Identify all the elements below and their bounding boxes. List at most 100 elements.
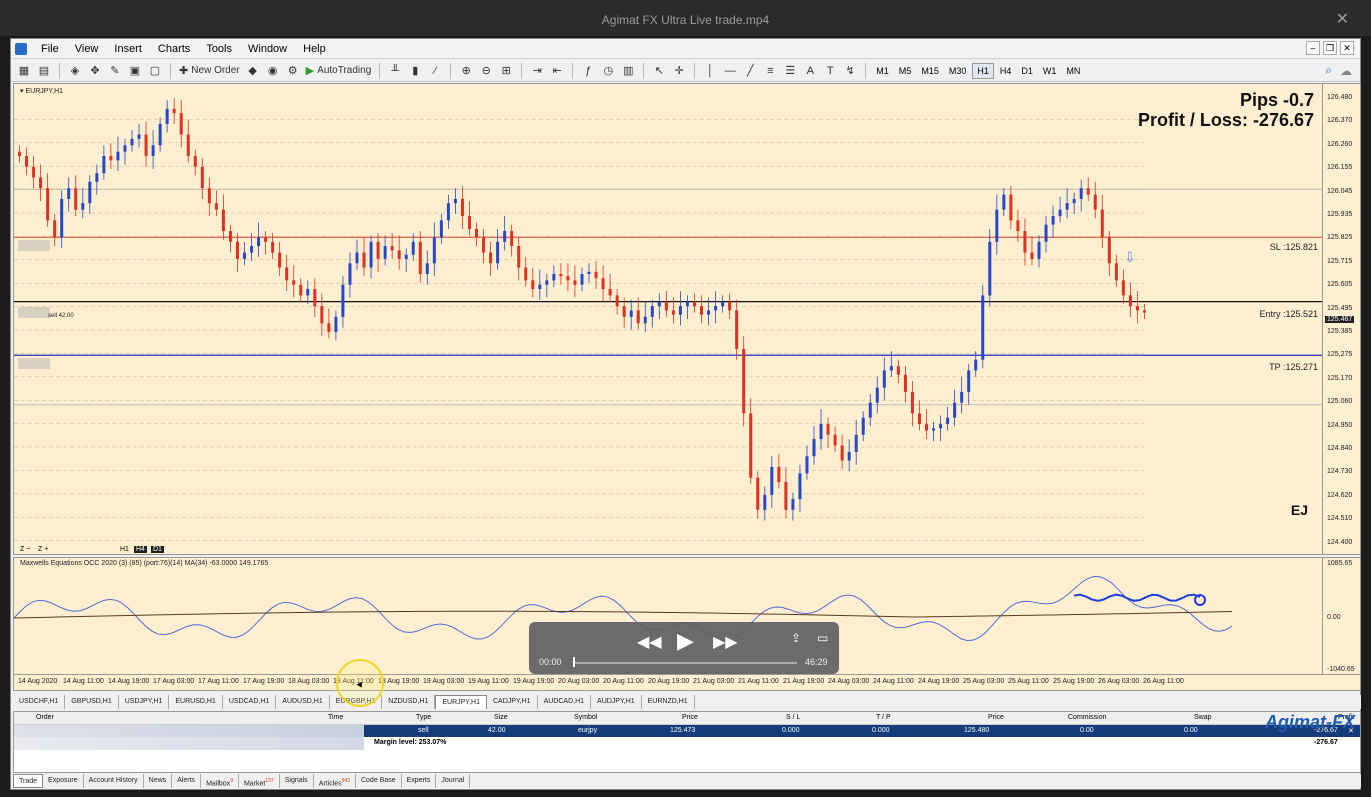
- tile-windows-icon[interactable]: ⊞: [497, 62, 515, 80]
- navigator-icon[interactable]: ✎: [106, 62, 124, 80]
- price-chart[interactable]: ⇩ ▾ EURJPY,H1 Pips -0.7 Profit / Loss: -…: [13, 83, 1323, 555]
- terminal-tab[interactable]: Account History: [84, 774, 144, 788]
- menu-tools[interactable]: Tools: [198, 43, 240, 55]
- terminal-tab[interactable]: Articles943: [314, 774, 356, 788]
- tf-m1[interactable]: M1: [872, 63, 893, 79]
- terminal-tab[interactable]: Signals: [280, 774, 314, 788]
- zoom-out-mini[interactable]: Z −: [18, 546, 32, 553]
- tf-mn[interactable]: MN: [1062, 63, 1084, 79]
- horizontal-line-icon[interactable]: —: [721, 62, 739, 80]
- symbol-tab[interactable]: EURJPY,H1: [435, 695, 487, 709]
- close-icon[interactable]: ✕: [1340, 41, 1354, 55]
- forward-icon[interactable]: ▶▶: [713, 632, 738, 652]
- tester-icon[interactable]: ▢: [146, 62, 164, 80]
- search-icon[interactable]: ⌕: [1325, 63, 1332, 78]
- terminal-tab[interactable]: Market137: [239, 774, 280, 788]
- crosshair-icon[interactable]: ✛: [670, 62, 688, 80]
- terminal-tab[interactable]: News: [144, 774, 173, 788]
- symbol-tab[interactable]: EURNZD,H1: [642, 695, 695, 709]
- symbol-tab[interactable]: GBPUSD,H1: [65, 695, 119, 709]
- channel-icon[interactable]: ≡: [761, 62, 779, 80]
- col-cur-price[interactable]: Price: [988, 714, 1004, 721]
- zoom-in-icon[interactable]: ⊕: [457, 62, 475, 80]
- cursor-icon[interactable]: ↖: [650, 62, 668, 80]
- minimize-icon[interactable]: –: [1306, 41, 1320, 55]
- col-type[interactable]: Type: [416, 714, 431, 721]
- terminal-tab[interactable]: Mailbox9: [201, 774, 239, 788]
- options-icon[interactable]: ⚙: [284, 62, 302, 80]
- periods-icon[interactable]: ◷: [599, 62, 617, 80]
- col-order[interactable]: Order: [36, 714, 54, 721]
- indicators-icon[interactable]: ƒ: [579, 62, 597, 80]
- tf-d1[interactable]: D1: [1017, 63, 1037, 79]
- scrubber[interactable]: [575, 662, 797, 664]
- tf-m15[interactable]: M15: [917, 63, 943, 79]
- text-icon[interactable]: A: [801, 62, 819, 80]
- col-sl[interactable]: S / L: [786, 714, 800, 721]
- menu-file[interactable]: File: [33, 43, 67, 55]
- vertical-line-icon[interactable]: │: [701, 62, 719, 80]
- share-icon[interactable]: ⇪: [791, 631, 801, 645]
- terminal-tab[interactable]: Alerts: [172, 774, 202, 788]
- col-price[interactable]: Price: [682, 714, 698, 721]
- pip-icon[interactable]: ▭: [817, 631, 828, 645]
- metaeditor-icon[interactable]: ◆: [244, 62, 262, 80]
- terminal-tab[interactable]: Experts: [402, 774, 437, 788]
- terminal-tab[interactable]: Exposure: [43, 774, 84, 788]
- play-icon[interactable]: ▶: [677, 628, 694, 654]
- data-window-icon[interactable]: ✥: [86, 62, 104, 80]
- profiles-icon[interactable]: ▤: [35, 62, 53, 80]
- mini-tf-h4[interactable]: H4: [134, 546, 147, 553]
- col-swap[interactable]: Swap: [1194, 714, 1212, 721]
- line-chart-icon[interactable]: ⁄: [426, 62, 444, 80]
- tf-w1[interactable]: W1: [1039, 63, 1061, 79]
- tf-h4[interactable]: H4: [996, 63, 1016, 79]
- bar-chart-icon[interactable]: ╨: [386, 62, 404, 80]
- trendline-icon[interactable]: ╱: [741, 62, 759, 80]
- tf-h1[interactable]: H1: [972, 62, 994, 79]
- menu-window[interactable]: Window: [240, 43, 295, 55]
- fibo-icon[interactable]: ☰: [781, 62, 799, 80]
- candle-chart-icon[interactable]: ▮: [406, 62, 424, 80]
- symbol-tab[interactable]: NZDUSD,H1: [382, 695, 436, 709]
- symbol-tab[interactable]: AUDJPY,H1: [591, 695, 642, 709]
- chat-icon[interactable]: ☁: [1340, 64, 1352, 78]
- col-size[interactable]: Size: [494, 714, 508, 721]
- menu-view[interactable]: View: [67, 43, 107, 55]
- mini-tf-h1[interactable]: H1: [118, 546, 131, 553]
- market-watch-icon[interactable]: ◈: [66, 62, 84, 80]
- col-tp[interactable]: T / P: [876, 714, 891, 721]
- symbol-tab[interactable]: USDCHF,H1: [13, 695, 66, 709]
- auto-scroll-icon[interactable]: ⇥: [528, 62, 546, 80]
- terminal-icon[interactable]: ▣: [126, 62, 144, 80]
- mini-tf-d1[interactable]: D1: [151, 546, 164, 553]
- signals-icon[interactable]: ◉: [264, 62, 282, 80]
- menu-charts[interactable]: Charts: [150, 43, 198, 55]
- col-time[interactable]: Time: [328, 714, 343, 721]
- symbol-tab[interactable]: EURUSD,H1: [169, 695, 223, 709]
- menu-insert[interactable]: Insert: [106, 43, 150, 55]
- chart-shift-icon[interactable]: ⇤: [548, 62, 566, 80]
- col-symbol[interactable]: Symbol: [574, 714, 597, 721]
- rewind-icon[interactable]: ◀◀: [637, 632, 662, 652]
- scrubber-knob[interactable]: [573, 657, 575, 667]
- new-chart-icon[interactable]: ▦: [15, 62, 33, 80]
- symbol-tab[interactable]: CADJPY,H1: [487, 695, 538, 709]
- close-icon[interactable]: ✕: [1336, 0, 1349, 40]
- terminal-tab[interactable]: Trade: [13, 774, 44, 788]
- symbol-tab[interactable]: USDCAD,H1: [223, 695, 277, 709]
- arrows-icon[interactable]: ↯: [841, 62, 859, 80]
- col-commission[interactable]: Commission: [1068, 714, 1107, 721]
- symbol-tab[interactable]: USDJPY,H1: [119, 695, 170, 709]
- tf-m30[interactable]: M30: [945, 63, 971, 79]
- tf-m5[interactable]: M5: [895, 63, 916, 79]
- symbol-tab[interactable]: AUDCAD,H1: [538, 695, 592, 709]
- restore-icon[interactable]: ❐: [1323, 41, 1337, 55]
- symbol-tab[interactable]: AUDUSD,H1: [276, 695, 330, 709]
- autotrading-button[interactable]: ▶ AutoTrading: [304, 62, 374, 80]
- text-label-icon[interactable]: T: [821, 62, 839, 80]
- new-order-button[interactable]: ✚ New Order: [177, 62, 242, 80]
- zoom-out-icon[interactable]: ⊖: [477, 62, 495, 80]
- zoom-in-mini[interactable]: Z +: [36, 546, 50, 553]
- terminal-tab[interactable]: Code Base: [356, 774, 402, 788]
